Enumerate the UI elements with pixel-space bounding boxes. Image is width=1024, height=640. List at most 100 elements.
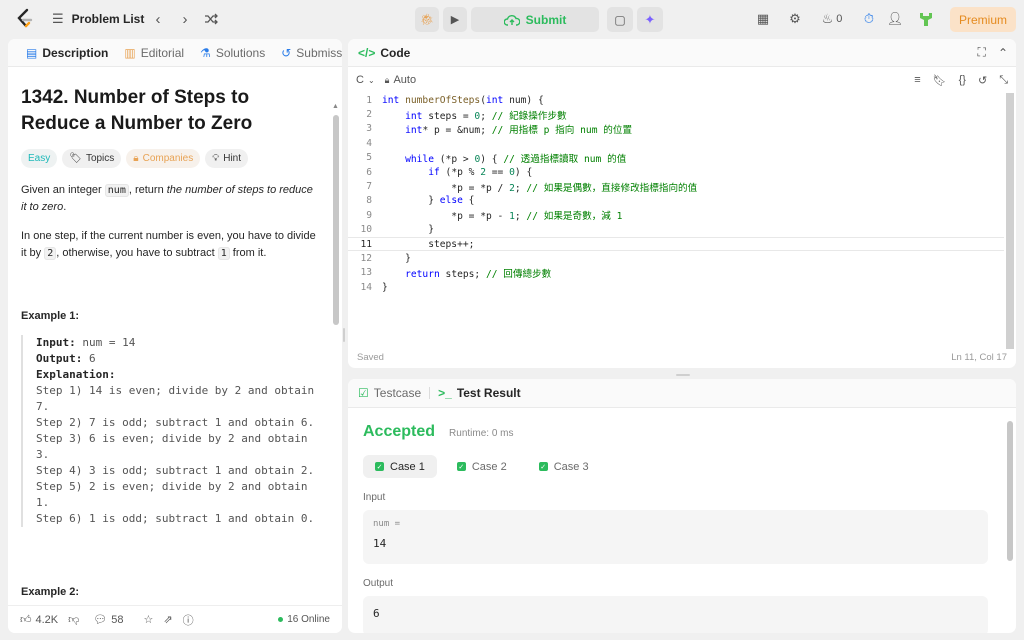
share-icon[interactable]: ⇗ — [163, 613, 172, 626]
tab-description-label: Description — [42, 45, 109, 60]
example-output: Output: 6 — [36, 351, 321, 367]
collapse-icon[interactable]: ⤡ — [999, 74, 1008, 87]
problem-list-button[interactable]: ☰ Problem List — [52, 10, 144, 28]
prev-problem-button[interactable]: ‹ — [148, 9, 168, 29]
line-number: 5 — [366, 152, 372, 164]
braces-icon[interactable]: {} — [959, 74, 966, 87]
sparkle-icon: ✦ — [644, 11, 656, 27]
scrollbar-thumb[interactable] — [1007, 421, 1013, 561]
language-selector[interactable]: C ⌄ — [356, 74, 375, 86]
timer-button[interactable]: ⏱ — [858, 9, 880, 29]
tab-solutions[interactable]: ⚗ Solutions — [192, 39, 273, 67]
hint-button[interactable]: 💡︎ Hint — [205, 149, 249, 168]
comments-button[interactable]: 💬︎ 58 — [93, 613, 123, 627]
scrollbar-thumb[interactable] — [1006, 93, 1014, 349]
case-tab-3[interactable]: ✓ Case 3 — [527, 455, 601, 478]
note-icon: ▢ — [614, 12, 626, 27]
like-count: 4.2K — [35, 613, 59, 626]
tab-editorial[interactable]: ▥ Editorial — [116, 39, 192, 67]
layout-button[interactable]: ▦ — [752, 9, 774, 29]
lock-icon: 🔒︎ — [133, 153, 139, 164]
like-button[interactable]: 👍︎ 4.2K — [20, 613, 59, 627]
code-brackets-icon: </> — [358, 45, 376, 60]
description-paragraph-2: In one step, if the current number is ev… — [21, 228, 316, 262]
code-line-current: 11 steps++; — [348, 236, 1004, 252]
text-span: , otherwise, you have to subtract — [56, 247, 218, 259]
output-value: 6 — [82, 352, 96, 365]
line-number: 6 — [366, 166, 372, 178]
test-result-scrollbar[interactable] — [1007, 409, 1013, 621]
premium-button[interactable]: Premium — [950, 7, 1016, 32]
code-line: 1 int numberOfSteps(int num) { — [348, 93, 1004, 107]
streak-counter[interactable]: ♨ 0 — [818, 9, 846, 29]
stopwatch-icon: ⏱ — [863, 11, 875, 26]
vertical-resize-handle[interactable] — [343, 328, 345, 342]
case-tab-1[interactable]: ✓ Case 1 — [363, 455, 437, 478]
code-text: *p = *p / 2; // 如果是偶數，直接修改指標指向的值 — [382, 182, 698, 194]
tab-code[interactable]: </> Code — [358, 39, 418, 67]
output-label: Output: — [36, 352, 83, 365]
thumbs-down-icon[interactable]: 👎︎ — [68, 613, 79, 626]
code-scrollbar[interactable] — [1006, 93, 1014, 349]
line-number: 2 — [366, 109, 372, 121]
code-text: return steps; // 回傳總步數 — [405, 268, 552, 280]
settings-button[interactable]: ⚙ — [784, 9, 806, 29]
notes-button[interactable]: ▢ — [607, 7, 633, 32]
grid-icon: ▦ — [756, 11, 770, 26]
horizontal-resize-handle[interactable] — [676, 374, 690, 376]
input-section-label: Input — [363, 492, 386, 503]
code-line: 6 if (*p % 2 == 0) { — [348, 165, 1004, 179]
code-line: 3 int* p = &num; // 用指標 p 指向 num 的位置 — [348, 122, 1004, 136]
help-icon[interactable]: ⓘ — [183, 612, 194, 628]
text-span: , return — [128, 184, 167, 196]
submit-button[interactable]: Submit — [471, 7, 599, 32]
random-problem-button[interactable] — [201, 9, 221, 29]
example-1-title: Example 1: — [21, 310, 80, 322]
fullscreen-icon[interactable]: ⛶ — [978, 45, 986, 60]
description-footer: 👍︎ 4.2K 👎︎ 💬︎ 58 ☆ ⇗ ⓘ 16 Online — [8, 605, 342, 633]
leetcode-logo-icon[interactable] — [14, 8, 36, 30]
hint-label: Hint — [223, 153, 242, 164]
text-span: from it. — [229, 247, 267, 259]
history-icon: ↺ — [281, 45, 292, 60]
bug-icon: 🐞︎ — [420, 14, 434, 26]
case-tab-2[interactable]: ✓ Case 2 — [445, 455, 519, 478]
tab-submissions[interactable]: ↺ Submissions — [273, 39, 342, 67]
debug-button[interactable]: 🐞︎ — [415, 7, 439, 32]
document-icon: ▤ — [26, 45, 38, 60]
result-header: Accepted Runtime: 0 ms — [363, 423, 514, 441]
tab-description[interactable]: ▤ Description — [18, 39, 116, 67]
code-toolbar: C ⌄ 🔒︎ Auto ≡ 🔖︎ {} ↺ ⤡ — [348, 67, 1016, 93]
scroll-up-icon[interactable]: ▲ — [332, 103, 339, 110]
reset-icon[interactable]: ↺ — [978, 74, 987, 87]
format-icon[interactable]: ≡ — [914, 74, 920, 87]
next-problem-button[interactable]: › — [175, 9, 195, 29]
code-editor[interactable]: 1 int numberOfSteps(int num) { 2 int step… — [348, 93, 1004, 349]
run-button[interactable]: ▶ — [443, 7, 467, 32]
tab-testcase[interactable]: ☑ Testcase — [358, 379, 429, 407]
cloud-upload-icon — [503, 14, 520, 26]
test-tabs: ☑ Testcase >_ Test Result — [348, 379, 1016, 408]
star-icon[interactable]: ☆ — [144, 613, 154, 626]
avatar[interactable] — [915, 9, 937, 29]
code-line: 13 return steps; // 回傳總步數 — [348, 266, 1004, 280]
tab-test-result[interactable]: >_ Test Result — [430, 379, 528, 407]
lightbulb-icon: 💡︎ — [212, 153, 220, 164]
companies-button[interactable]: 🔒︎ Companies — [126, 149, 201, 168]
scrollbar-thumb[interactable] — [333, 115, 339, 325]
add-user-icon: 👤︎ — [886, 11, 904, 26]
description-scrollbar[interactable]: ▲ ▼ — [332, 103, 339, 633]
topics-button[interactable]: 🏷︎ Topics — [62, 149, 122, 168]
code-line: 8 } else { — [348, 194, 1004, 208]
auto-mode-toggle[interactable]: 🔒︎ Auto — [385, 74, 416, 86]
list-icon: ☰ — [52, 11, 64, 26]
bookmark-icon[interactable]: 🔖︎ — [933, 74, 947, 87]
line-number: 3 — [366, 123, 372, 135]
code-text: steps++; — [382, 238, 475, 250]
invite-user-button[interactable]: 👤︎ — [884, 9, 906, 29]
minimize-icon[interactable]: ⌃ — [998, 46, 1008, 60]
ai-assist-button[interactable]: ✦ — [637, 7, 663, 32]
output-value: 6 — [373, 607, 380, 620]
result-status: Accepted — [363, 423, 436, 440]
